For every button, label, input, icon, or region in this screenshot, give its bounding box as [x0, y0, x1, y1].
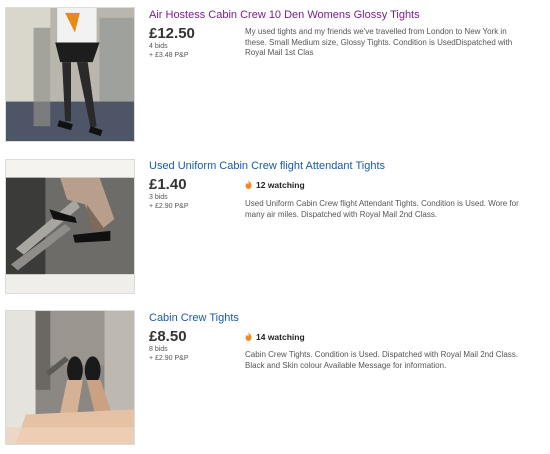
listing-bids: 3 bids [149, 194, 168, 201]
listing-description: Cabin Crew Tights. Condition is Used. Di… [245, 350, 519, 370]
flame-icon [245, 180, 252, 189]
listing-title-link[interactable]: Used Uniform Cabin Crew flight Attendant… [149, 160, 385, 173]
flame-icon [245, 332, 252, 341]
listing-price: £8.50 [149, 328, 187, 345]
listing-postage: + £2.90 P&P [149, 203, 189, 210]
listing-photo[interactable] [5, 159, 135, 294]
listing-photo[interactable] [5, 7, 135, 142]
listing-description: Used Uniform Cabin Crew flight Attendant… [245, 199, 519, 219]
listing-title-link[interactable]: Cabin Crew Tights [149, 312, 239, 325]
listing-postage: + £2.90 P&P [149, 355, 189, 362]
listing-photo[interactable] [5, 310, 135, 445]
watching-label: 14 watching [256, 332, 305, 342]
watching-label: 12 watching [256, 180, 305, 190]
listing-postage: + £3.48 P&P [149, 52, 189, 59]
watching-count: 12 watching [245, 180, 305, 191]
listing-title-link[interactable]: Air Hostess Cabin Crew 10 Den Womens Glo… [149, 9, 420, 22]
listing-bids: 8 bids [149, 346, 168, 353]
listing-price: £1.40 [149, 176, 187, 193]
listing-price: £12.50 [149, 25, 195, 42]
listing-bids: 4 bids [149, 43, 168, 50]
watching-count: 14 watching [245, 332, 305, 343]
listing-description: My used tights and my friends we've trav… [245, 27, 513, 57]
